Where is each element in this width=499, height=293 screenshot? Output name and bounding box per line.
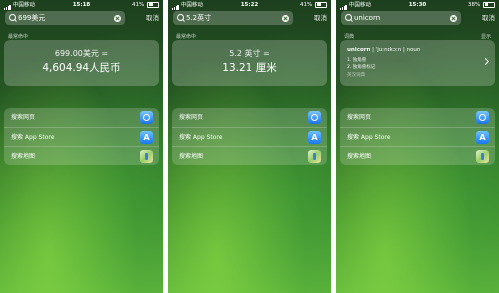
battery-icon <box>483 1 495 8</box>
search-actions-list: 搜索网页 搜索 App Store A 搜索地图 <box>172 108 327 165</box>
search-app-store-row[interactable]: 搜索 App Store A <box>172 127 327 147</box>
section-label: 最常命中 <box>8 34 29 40</box>
search-app-store-row[interactable]: 搜索 App Store A <box>4 127 159 147</box>
cancel-button[interactable]: 取消 <box>314 11 327 25</box>
safari-icon <box>140 111 153 124</box>
search-field[interactable]: unicorn <box>341 11 461 25</box>
search-app-store-row[interactable]: 搜索 App Store A <box>340 127 495 147</box>
battery-icon <box>147 1 159 8</box>
screen-currency: 中国移动 15:18 41% 699美元 取消 最常命中 699.00美元 = … <box>0 0 163 293</box>
safari-icon <box>308 111 321 124</box>
show-more-link[interactable]: 显示 <box>481 33 491 40</box>
section-label: 词典 <box>344 34 355 40</box>
clear-text-icon[interactable] <box>450 14 457 22</box>
cancel-button[interactable]: 取消 <box>482 11 495 25</box>
maps-icon <box>308 150 321 163</box>
cancel-button[interactable]: 取消 <box>146 11 159 25</box>
search-actions-list: 搜索网页 搜索 App Store A 搜索地图 <box>4 108 159 165</box>
app-store-icon: A <box>140 131 153 144</box>
search-web-row[interactable]: 搜索网页 <box>172 108 327 127</box>
clear-text-icon[interactable] <box>282 14 289 22</box>
dictionary-phonetic: ˈjuːnɪkɔːn <box>375 47 402 53</box>
safari-icon <box>476 111 489 124</box>
search-icon <box>177 14 184 21</box>
search-query[interactable]: 699美元 <box>18 11 45 25</box>
dictionary-pos: noun <box>406 47 421 53</box>
search-icon <box>345 14 352 21</box>
search-actions-list: 搜索网页 搜索 App Store A 搜索地图 <box>340 108 495 165</box>
top-hit-card[interactable]: 5.2 英寸 = 13.21 厘米 <box>172 40 327 86</box>
search-query[interactable]: 5.2英寸 <box>186 11 211 25</box>
section-label: 最常命中 <box>176 34 197 40</box>
search-maps-row[interactable]: 搜索地图 <box>340 146 495 166</box>
definition-2: 2. 独角兽标记 <box>347 65 376 70</box>
search-maps-row[interactable]: 搜索地图 <box>4 146 159 166</box>
battery-icon <box>315 1 327 8</box>
search-field[interactable]: 5.2英寸 <box>173 11 293 25</box>
conversion-result: 13.21 厘米 <box>222 62 277 74</box>
status-bar: 中国移动 15:30 38% <box>336 0 499 10</box>
screen-length: 中国移动 15:22 41% 5.2英寸 取消 最常命中 5.2 英寸 = 13… <box>168 0 331 293</box>
battery-percent: 41% <box>132 2 145 8</box>
conversion-input: 5.2 英寸 = <box>229 49 270 58</box>
top-hit-card[interactable]: 699.00美元 = 4,604.94人民币 <box>4 40 159 86</box>
maps-icon <box>476 150 489 163</box>
search-field[interactable]: 699美元 <box>5 11 125 25</box>
conversion-input: 699.00美元 = <box>54 49 109 58</box>
battery-percent: 38% <box>468 2 481 8</box>
app-store-icon: A <box>476 131 489 144</box>
clear-text-icon[interactable] <box>114 14 121 22</box>
dictionary-word: unicorn <box>347 47 371 53</box>
app-store-icon: A <box>308 131 321 144</box>
chevron-right-icon <box>481 57 490 66</box>
search-web-row[interactable]: 搜索网页 <box>4 108 159 127</box>
dictionary-source: 英汉词典 <box>347 73 365 78</box>
search-icon <box>9 14 16 21</box>
battery-percent: 41% <box>300 2 313 8</box>
dictionary-headword: unicorn | ˈjuːnɪkɔːn | noun <box>347 47 421 53</box>
screen-dictionary: 中国移动 15:30 38% unicorn 取消 词典 显示 unicorn … <box>336 0 499 293</box>
dictionary-card[interactable]: unicorn | ˈjuːnɪkɔːn | noun 1. 独角兽 2. 独角… <box>340 40 495 86</box>
search-query[interactable]: unicorn <box>354 11 380 25</box>
search-web-row[interactable]: 搜索网页 <box>340 108 495 127</box>
search-maps-row[interactable]: 搜索地图 <box>172 146 327 166</box>
status-bar: 中国移动 15:22 41% <box>168 0 331 10</box>
definition-1: 1. 独角兽 <box>347 58 367 63</box>
conversion-result: 4,604.94人民币 <box>42 62 121 74</box>
maps-icon <box>140 150 153 163</box>
status-bar: 中国移动 15:18 41% <box>0 0 163 10</box>
